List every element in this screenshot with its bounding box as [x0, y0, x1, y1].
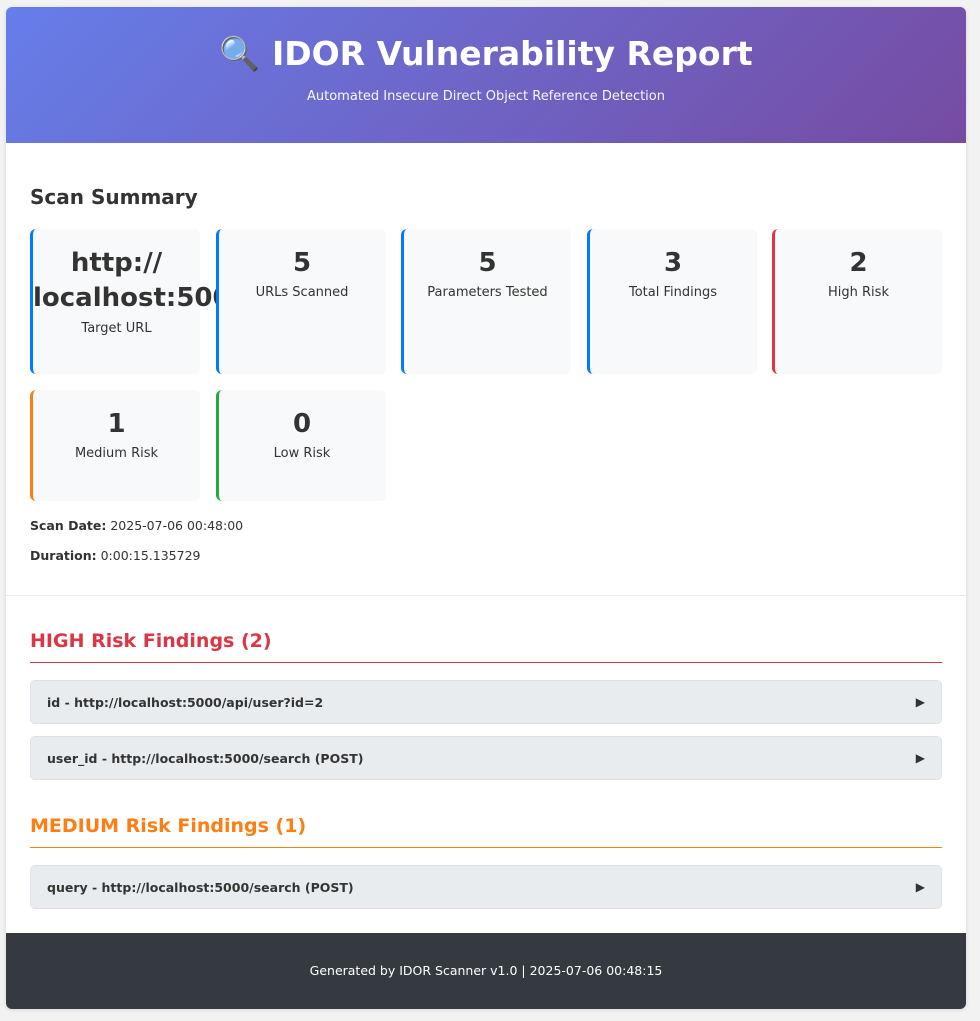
scan-summary-section: Scan Summary http:// localhost:5000 Targ… [6, 143, 966, 596]
stat-value: 0 [292, 409, 312, 439]
stat-card-medium-risk: 1 Medium Risk [30, 390, 200, 501]
report-header: 🔍 IDOR Vulnerability Report Automated In… [6, 7, 966, 143]
stat-label: Parameters Tested [427, 285, 548, 300]
stat-label: URLs Scanned [255, 285, 349, 300]
finding-text: id - http://localhost:5000/api/user?id=2 [47, 694, 324, 710]
page-title: 🔍 IDOR Vulnerability Report [6, 7, 966, 74]
stat-value: 3 [663, 248, 683, 278]
medium-risk-block: MEDIUM Risk Findings (1) query - http://… [30, 813, 942, 909]
expand-arrow-icon[interactable]: ▶ [916, 751, 925, 765]
duration-value: 0:00:15.135729 [100, 548, 201, 563]
stat-card-low-risk: 0 Low Risk [215, 390, 386, 501]
stat-label: High Risk [828, 285, 889, 300]
stat-card-total-findings: 3 Total Findings [586, 229, 757, 374]
scan-date-value: 2025-07-06 00:48:00 [110, 518, 244, 533]
page-title-text: IDOR Vulnerability Report [271, 34, 753, 73]
stat-card-high-risk: 2 High Risk [772, 229, 942, 374]
finding-item-medium-1[interactable]: query - http://localhost:5000/search (PO… [30, 865, 942, 909]
scan-duration: Duration: 0:00:15.135729 [30, 547, 942, 564]
page-subtitle: Automated Insecure Direct Object Referen… [307, 89, 665, 104]
stat-card-target-url: http:// localhost:5000 Target URL [30, 229, 249, 374]
stat-label: Target URL [81, 321, 152, 336]
finding-text: query - http://localhost:5000/search (PO… [47, 879, 354, 895]
stat-value: 5 [478, 248, 497, 278]
stat-value: 1 [107, 409, 126, 439]
stat-value: 5 [292, 248, 312, 278]
scan-date: Scan Date: 2025-07-06 00:48:00 [30, 517, 942, 534]
scan-date-label: Scan Date: [30, 518, 107, 533]
expand-arrow-icon[interactable]: ▶ [916, 695, 925, 709]
expand-arrow-icon[interactable]: ▶ [916, 880, 925, 894]
finding-item-high-2[interactable]: user_id - http://localhost:5000/search (… [30, 736, 942, 780]
report-container: 🔍 IDOR Vulnerability Report Automated In… [6, 7, 966, 1009]
scan-meta: Scan Date: 2025-07-06 00:48:00 Duration:… [30, 517, 942, 564]
stat-label: Low Risk [273, 446, 331, 461]
scan-summary-title: Scan Summary [30, 185, 198, 209]
high-risk-title: HIGH Risk Findings (2) [30, 628, 942, 663]
stat-card-parameters-tested: 5 Parameters Tested [401, 229, 571, 374]
stat-label: Medium Risk [74, 446, 159, 461]
findings-section: HIGH Risk Findings (2) id - http://local… [6, 596, 966, 909]
finding-text: user_id - http://localhost:5000/search (… [47, 750, 364, 766]
stat-card-urls-scanned: 5 URLs Scanned [215, 229, 386, 374]
medium-risk-title: MEDIUM Risk Findings (1) [30, 813, 942, 848]
stat-label: Total Findings [628, 285, 717, 300]
finding-item-high-1[interactable]: id - http://localhost:5000/api/user?id=2… [30, 680, 942, 724]
stat-value: http:// localhost:5000 [33, 248, 249, 313]
duration-label: Duration: [30, 548, 97, 563]
report-footer: Generated by IDOR Scanner v1.0 | 2025-07… [6, 933, 966, 1009]
magnifier-icon: 🔍 [219, 34, 261, 73]
summary-cards: http:// localhost:5000 Target URL 5 URLs… [30, 229, 942, 517]
high-risk-block: HIGH Risk Findings (2) id - http://local… [30, 628, 942, 780]
stat-value: 2 [849, 248, 868, 278]
